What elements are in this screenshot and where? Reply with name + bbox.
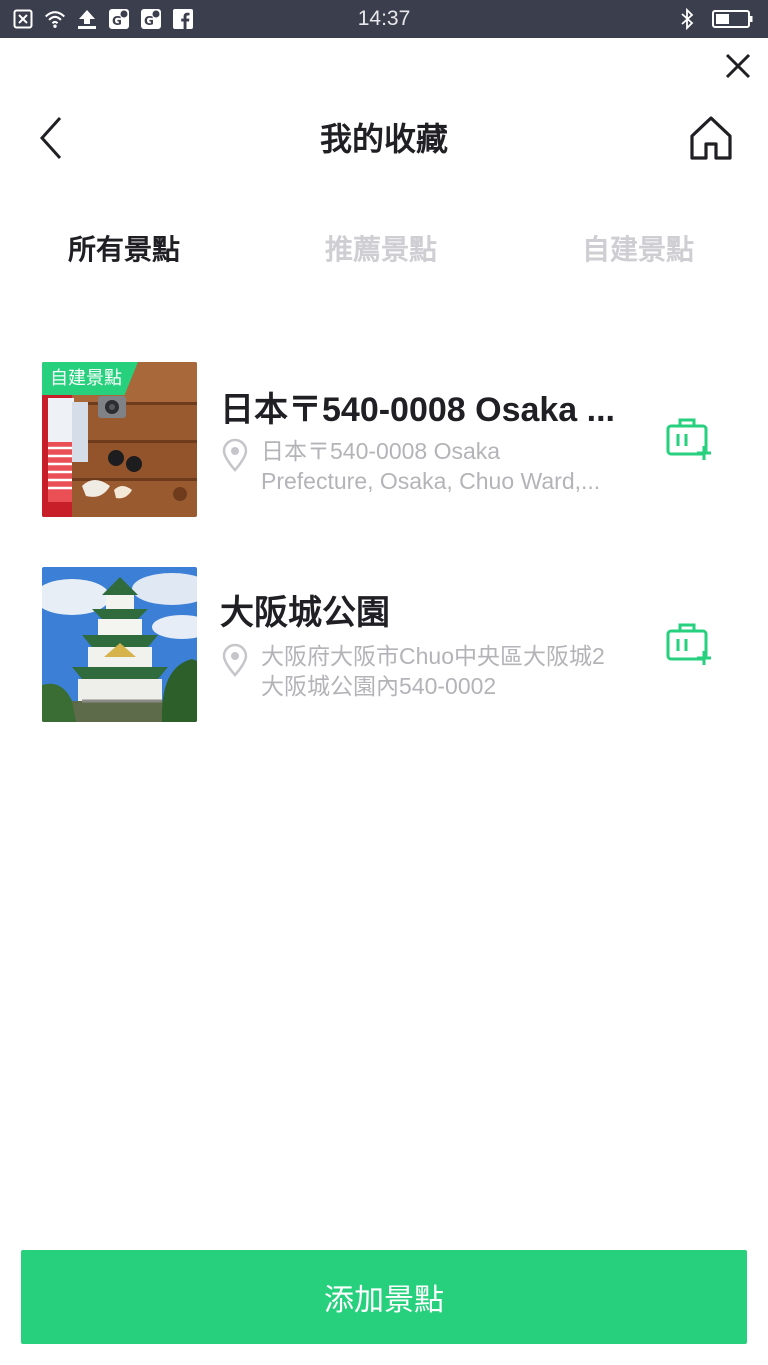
luggage-plus-icon	[666, 418, 711, 460]
add-spot-button[interactable]: 添加景點	[21, 1250, 747, 1344]
spot-title: 日本〒540-0008 Osaka ...	[220, 391, 616, 429]
close-icon	[725, 53, 751, 79]
tab-custom-spots[interactable]: 自建景點	[582, 228, 694, 268]
home-icon	[690, 116, 732, 160]
home-button[interactable]	[688, 114, 734, 162]
status-right-icons	[676, 6, 754, 32]
spot-address: 日本〒540-0008 Osaka Prefecture, Osaka, Chu…	[261, 436, 645, 496]
battery-icon	[712, 8, 754, 30]
luggage-plus-icon	[666, 623, 711, 665]
spot-title: 大阪城公園	[220, 594, 390, 632]
spot-address: 大阪府大阪市Chuo中央區大阪城2 大阪城公園內540-0002	[261, 641, 645, 701]
tab-all-spots[interactable]: 所有景點	[68, 228, 180, 268]
osaka-castle-image	[42, 567, 197, 722]
custom-spot-badge: 自建景點	[42, 362, 138, 395]
tab-recommended-spots[interactable]: 推薦景點	[325, 228, 437, 268]
tab-bar: 所有景點 推薦景點 自建景點	[0, 228, 768, 278]
bluetooth-icon	[676, 8, 698, 30]
spot-thumbnail: 自建景點	[42, 362, 197, 517]
address-line: 大阪府大阪市Chuo中央區大阪城2	[261, 643, 605, 669]
add-to-trip-button[interactable]	[664, 621, 712, 667]
status-bar: G G 14:37	[0, 0, 768, 38]
list-item[interactable]: 大阪城公園 大阪府大阪市Chuo中央區大阪城2 大阪城公園內540-0002	[0, 567, 768, 723]
add-to-trip-button[interactable]	[664, 416, 712, 462]
address-line: Prefecture, Osaka, Chuo Ward,...	[261, 468, 601, 494]
address-line: 大阪城公園內540-0002	[261, 673, 497, 699]
location-pin-icon	[220, 643, 250, 677]
address-line: 日本〒540-0008 Osaka	[261, 438, 501, 464]
location-pin-icon	[220, 438, 250, 472]
list-item[interactable]: 自建景點 日本〒540-0008 Osaka ... 日本〒540-0008 O…	[0, 362, 768, 518]
spot-thumbnail	[42, 567, 197, 722]
page-title: 我的收藏	[319, 120, 448, 158]
status-time: 14:37	[357, 7, 411, 30]
close-button[interactable]	[722, 50, 754, 82]
